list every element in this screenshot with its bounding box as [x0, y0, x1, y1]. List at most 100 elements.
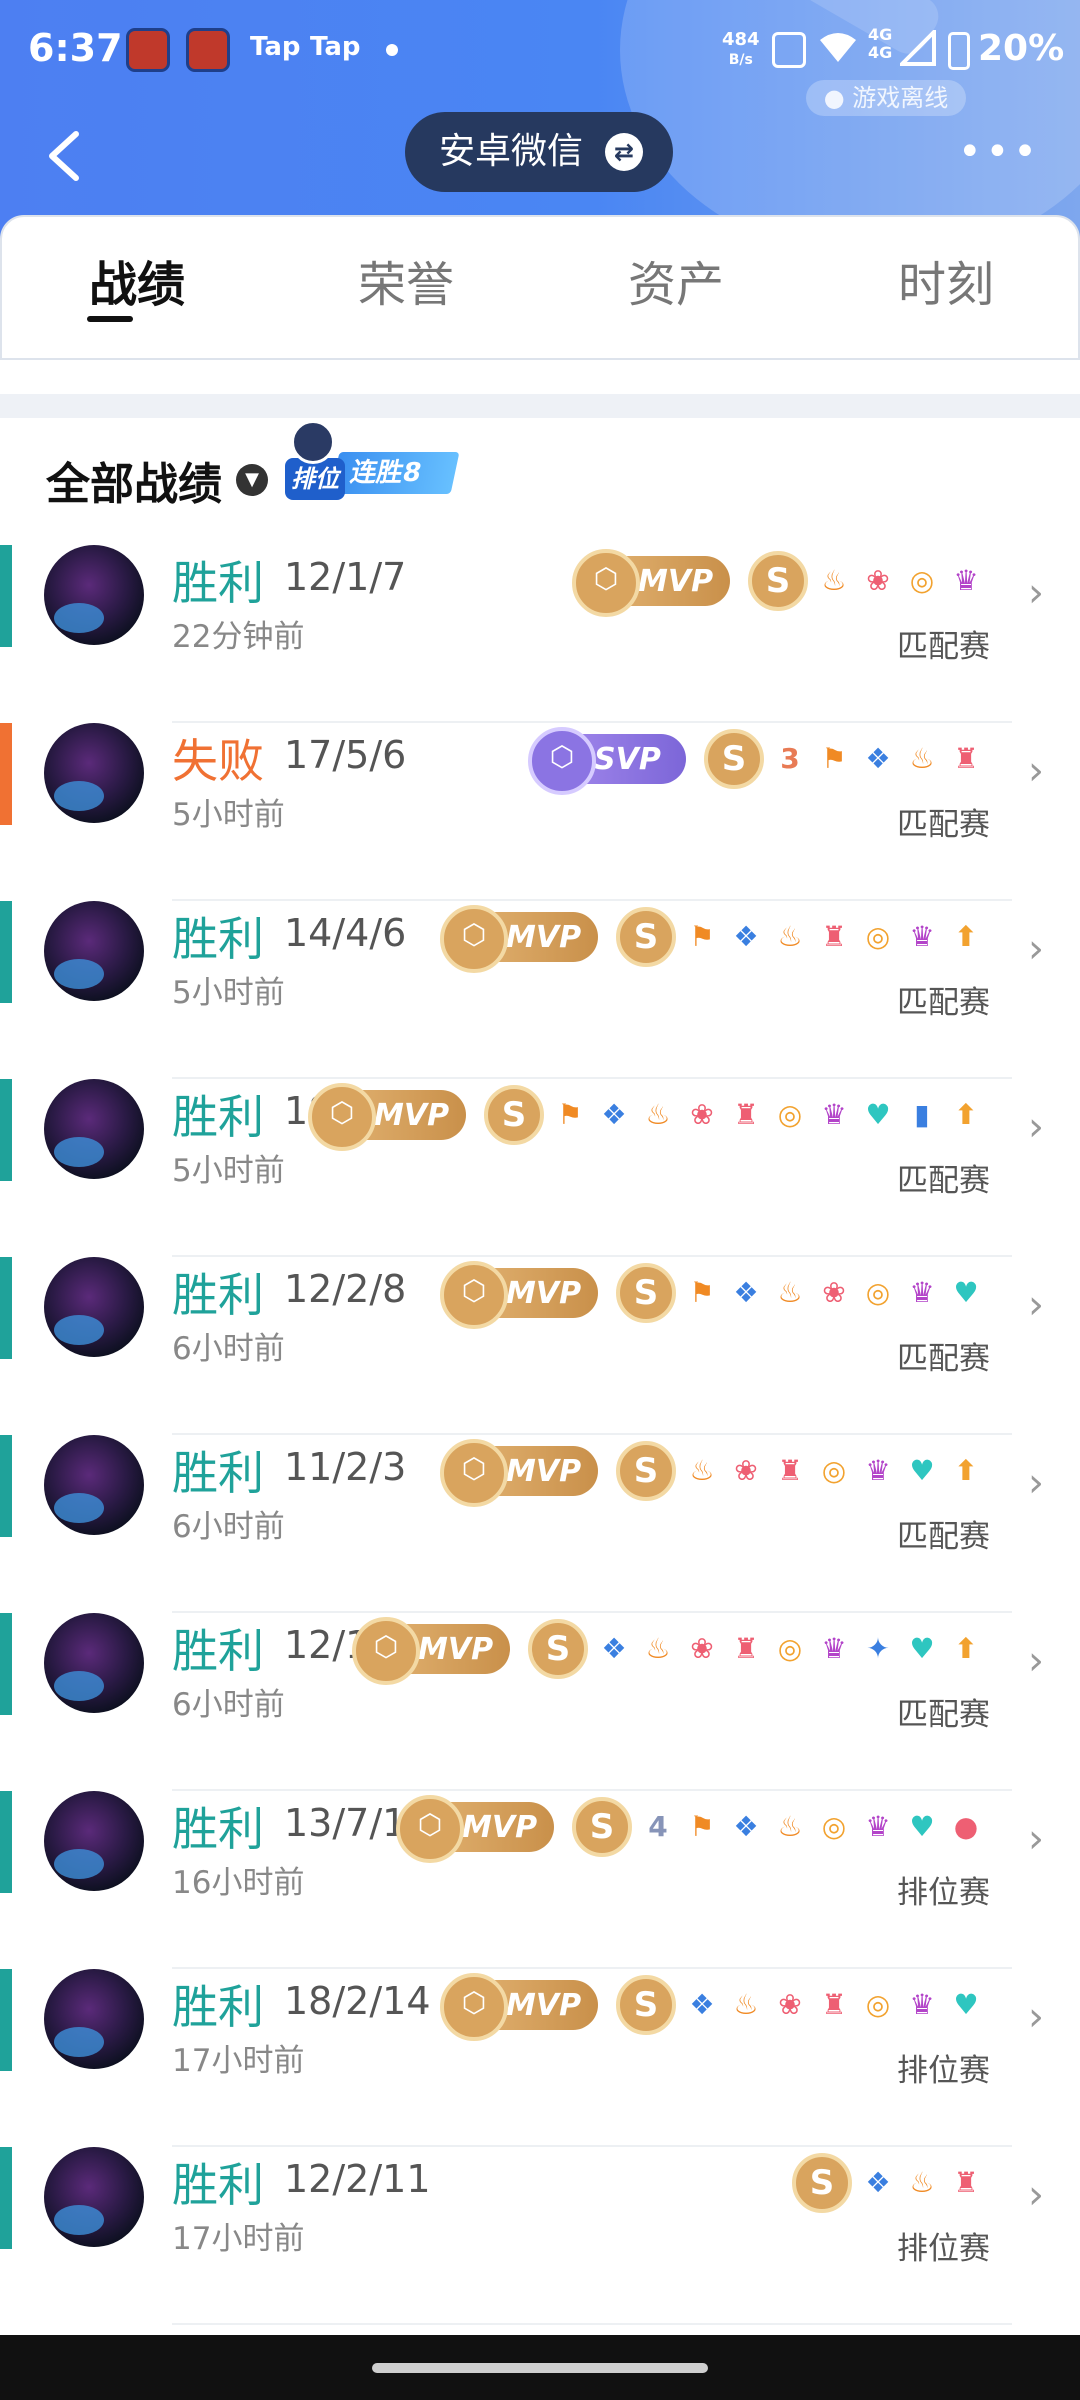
- chevron-right-icon: ›: [1028, 2172, 1044, 2218]
- coins-icon: ◎: [865, 1988, 891, 2021]
- tab-honor[interactable]: 荣誉: [316, 245, 496, 315]
- net-speed: 484 B/s: [722, 30, 760, 70]
- lotus-icon: ❀: [778, 1988, 802, 2021]
- match-row[interactable]: 胜利 12/1/7 22分钟前 匹配赛 › MVP S ♨ ❀ ◎ ♛: [0, 545, 1080, 723]
- s-rank-icon: S: [616, 1263, 676, 1323]
- achievement-icons: MVP S ♨ ❀ ◎ ♛: [572, 545, 984, 617]
- splash-icon: ❖: [733, 1810, 759, 1843]
- mvp-badge: MVP: [572, 549, 730, 617]
- match-result: 胜利: [172, 1268, 264, 1322]
- achievement-icons: S ❖ ♨ ♜: [792, 2147, 984, 2219]
- mvp-badge: MVP: [440, 1261, 598, 1329]
- heart-plus-icon: ♥: [953, 1988, 979, 2021]
- splash-icon: ❖: [865, 2166, 891, 2199]
- heart-plus-icon: ♥: [909, 1454, 935, 1487]
- account-switch-button[interactable]: 安卓微信 ⇄: [405, 112, 673, 192]
- svp-badge: SVP: [528, 727, 686, 795]
- achievement-icons: MVP S ♨ ❀ ♜ ◎ ♛ ♥ ⬆: [440, 1435, 984, 1507]
- row-divider: [172, 2323, 1012, 2325]
- result-stripe: [0, 723, 12, 825]
- tower-icon: ♜: [953, 742, 979, 775]
- home-indicator[interactable]: [372, 2363, 708, 2373]
- match-time-ago: 5小时前: [172, 975, 285, 1011]
- match-row[interactable]: 胜利 11/2/3 6小时前 匹配赛 › MVP S ♨ ❀ ♜ ◎ ♛ ♥ ⬆: [0, 1435, 1080, 1613]
- demon-icon: ♛: [821, 1632, 847, 1665]
- tower-icon: ♜: [777, 1454, 803, 1487]
- tab-moments[interactable]: 时刻: [856, 245, 1036, 315]
- hero-avatar: [44, 1791, 144, 1891]
- tower-icon: ♜: [733, 1098, 759, 1131]
- match-mode: 排位赛: [897, 2231, 990, 2267]
- match-time-ago: 22分钟前: [172, 619, 305, 655]
- wifi-icon: [818, 30, 858, 66]
- chevron-right-icon: ›: [1028, 926, 1044, 972]
- achievement-icons: MVP S ❖ ♨ ❀ ♜ ◎ ♛ ♥: [440, 1969, 984, 2041]
- chevron-right-icon: ›: [1028, 1638, 1044, 1684]
- battery-icon: [948, 32, 970, 70]
- match-kda: 14/4/6: [284, 911, 407, 955]
- fire-icon: ♨: [777, 1276, 803, 1309]
- chevron-right-icon: ›: [1028, 1282, 1044, 1328]
- match-result: 胜利: [172, 2158, 264, 2212]
- match-row[interactable]: 胜利12/16小时前匹配赛›MVPS❖♨❀♜◎♛✦♥⬆: [0, 1613, 1080, 1791]
- more-button[interactable]: •••: [958, 132, 1041, 172]
- match-time-ago: 6小时前: [172, 1331, 285, 1367]
- lotus-icon: ❀: [866, 564, 890, 597]
- tank-icon: ▮: [914, 1098, 930, 1131]
- signal-icon: [897, 27, 936, 66]
- drop-icon: ●: [953, 1810, 979, 1843]
- lotus-icon: ❀: [734, 1454, 758, 1487]
- mvp-badge: MVP: [440, 1973, 598, 2041]
- achievement-icons: MVP S ⚑ ❖ ♨ ❀ ♜ ◎ ♛ ♥ ▮ ⬆: [308, 1079, 984, 1151]
- achievement-icons: MVP S ⚑ ❖ ♨ ❀ ◎ ♛ ♥: [440, 1257, 984, 1329]
- match-row[interactable]: 胜利 18/2/14 17小时前 排位赛 › MVP S ❖ ♨ ❀ ♜ ◎ ♛ ♥: [0, 1969, 1080, 2147]
- fire-icon: ♨: [909, 742, 935, 775]
- s-rank-icon: S: [572, 1797, 632, 1857]
- match-row[interactable]: 胜利 12/2/11 17小时前 排位赛 › S ❖ ♨ ♜: [0, 2147, 1080, 2325]
- match-row[interactable]: 胜利 13/7/1 16小时前 排位赛 › MVP S4 ⚑ ❖ ♨ ◎ ♛ ♥ ●: [0, 1791, 1080, 1969]
- demon-icon: ♛: [909, 920, 935, 953]
- match-row[interactable]: 胜利185小时前匹配赛›MVPS⚑❖♨❀♜◎♛♥▮⬆: [0, 1079, 1080, 1257]
- tab-assets[interactable]: 资产: [586, 245, 766, 315]
- match-row[interactable]: 胜利 14/4/6 5小时前 匹配赛 › MVP S ⚑ ❖ ♨ ♜ ◎ ♛ ⬆: [0, 901, 1080, 1079]
- result-stripe: [0, 545, 12, 647]
- active-tab-indicator: [87, 316, 133, 322]
- splash-icon: ❖: [601, 1632, 627, 1665]
- s-rank-icon: S: [484, 1085, 544, 1145]
- flag-icon: ⚑: [821, 742, 847, 775]
- heart-plus-icon: ♥: [909, 1810, 935, 1843]
- demon-icon: ♛: [865, 1810, 891, 1843]
- hero-avatar: [44, 1435, 144, 1535]
- fire-icon: ♨: [733, 1988, 759, 2021]
- mascot-icon: [291, 420, 335, 464]
- match-row[interactable]: 失败 17/5/6 5小时前 匹配赛 › SVP S3 ⚑ ❖ ♨ ♜: [0, 723, 1080, 901]
- ranked-tag: 排位: [285, 458, 345, 500]
- offline-label: 游戏离线: [852, 84, 949, 112]
- match-kda: 18/2/14: [284, 1979, 431, 2023]
- match-time-ago: 17小时前: [172, 2043, 305, 2079]
- demon-icon: ♛: [865, 1454, 891, 1487]
- match-row[interactable]: 胜利 12/2/8 6小时前 匹配赛 › MVP S ⚑ ❖ ♨ ❀ ◎ ♛ ♥: [0, 1257, 1080, 1435]
- achievement-icons: MVP S ⚑ ❖ ♨ ♜ ◎ ♛ ⬆: [440, 901, 984, 973]
- demon-icon: ♛: [909, 1988, 935, 2021]
- heart-plus-icon: ♥: [865, 1098, 891, 1131]
- app-icon: [126, 28, 170, 72]
- filter-dropdown-icon[interactable]: ▼: [236, 464, 268, 496]
- tab-record[interactable]: 战绩: [47, 245, 227, 315]
- match-result: 胜利: [172, 912, 264, 966]
- coins-icon: ◎: [777, 1098, 803, 1131]
- achievement-icons: MVP S ❖ ♨ ❀ ♜ ◎ ♛ ✦ ♥ ⬆: [352, 1613, 984, 1685]
- lotus-icon: ❀: [690, 1632, 714, 1665]
- mvp-badge: MVP: [352, 1617, 510, 1685]
- fire-icon: ♨: [777, 920, 803, 953]
- coins-icon: ◎: [821, 1810, 847, 1843]
- gold-up-icon: ⬆: [954, 1454, 978, 1487]
- hero-avatar: [44, 901, 144, 1001]
- match-time-ago: 6小时前: [172, 1687, 285, 1723]
- back-button[interactable]: [40, 120, 100, 190]
- match-kda: 17/5/6: [284, 733, 407, 777]
- match-mode: 匹配赛: [897, 629, 990, 665]
- lotus-icon: ❀: [822, 1276, 846, 1309]
- match-mode: 匹配赛: [897, 985, 990, 1021]
- win-streak-badge: 连胜8 排位: [285, 420, 475, 500]
